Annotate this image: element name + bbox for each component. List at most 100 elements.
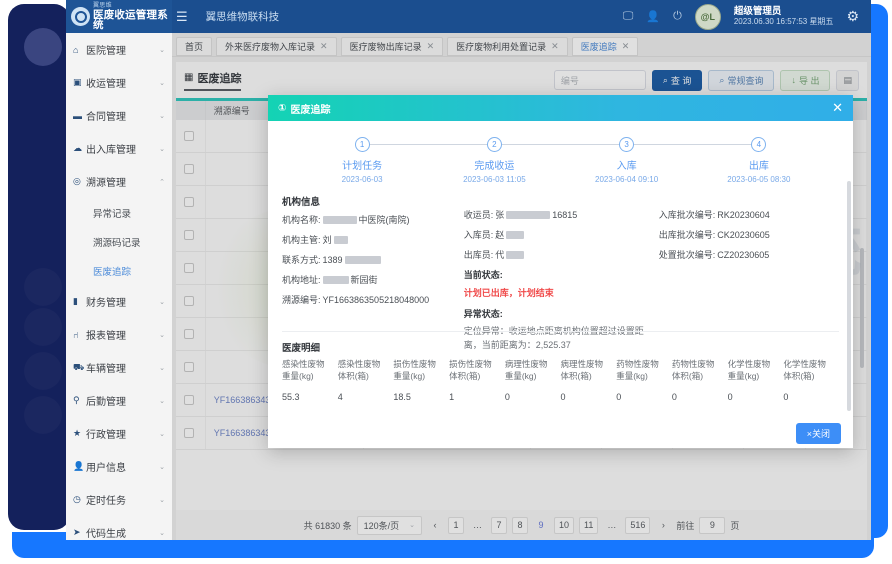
detail-value: 1 <box>449 392 505 402</box>
detail-value: 0 <box>561 392 617 402</box>
field-label: 入库批次编号: <box>659 208 716 221</box>
chevron-down-icon: ⌄ <box>159 463 165 471</box>
field-label: 出库批次编号: <box>659 228 716 241</box>
chevron-down-icon: ⌄ <box>159 46 165 54</box>
org-field-phone: 联系方式: 1389 <box>282 253 454 266</box>
step-date: 2023-06-05 08:30 <box>727 175 790 184</box>
org-column-mid: 收运员: 张 16815 入库员: 赵 出库员: <box>464 194 649 352</box>
organization-info-section: 机构信息 机构名称: 中医院(南院) 机构主管: 刘 <box>282 184 839 352</box>
field-label: 联系方式: <box>282 253 321 266</box>
step-plan-task: 1 计划任务 2023-06-03 <box>296 137 428 184</box>
sidebar-item-admin[interactable]: ★ 行政管理 ⌄ <box>66 417 172 450</box>
sidebar-item-finance[interactable]: ▮ 财务管理 ⌄ <box>66 285 172 318</box>
sidebar-item-code-gen[interactable]: ➤ 代码生成 ⌄ <box>66 516 172 540</box>
detail-col-line1: 病理性废物 <box>505 359 561 371</box>
detail-value: 0 <box>616 392 672 402</box>
field-value: 张 <box>495 208 504 221</box>
tool-icon: ⚲ <box>73 395 86 406</box>
user-icon[interactable]: 👤 <box>646 10 660 23</box>
detail-col-line1: 化学性废物 <box>728 359 784 371</box>
field-label: 机构主管: <box>282 233 321 246</box>
org-column-left: 机构信息 机构名称: 中医院(南院) 机构主管: 刘 <box>282 194 454 352</box>
staff-field-collector: 收运员: 张 16815 <box>464 208 649 221</box>
chevron-down-icon: ⌄ <box>159 298 165 306</box>
detail-header-row: 感染性废物重量(kg)感染性废物体积(箱)损伤性废物重量(kg)损伤性废物体积(… <box>282 359 839 383</box>
sidebar-item-warehouse[interactable]: ☁ 出入库管理 ⌄ <box>66 132 172 165</box>
sidebar-item-label: 车辆管理 <box>86 360 159 375</box>
power-icon[interactable]: ⏻ <box>673 10 682 23</box>
sidebar-subitem-exception[interactable]: 异常记录 <box>66 198 172 227</box>
chevron-up-icon: ⌃ <box>159 178 165 186</box>
org-column-right: 入库批次编号: RK20230604 出库批次编号: CK20230605 处置… <box>659 194 839 352</box>
sidebar-item-report[interactable]: ⑁ 报表管理 ⌄ <box>66 318 172 351</box>
field-label: 处置批次编号: <box>659 248 716 261</box>
detail-col-line1: 药物性废物 <box>672 359 728 371</box>
app-window: 翼思维 医废收运管理系统 ☰ 翼思维物联科技 🖵 👤 ⏻ @L 超级管理员 20… <box>66 0 871 540</box>
sidebar-item-scheduled-task[interactable]: ◷ 定时任务 ⌄ <box>66 483 172 516</box>
field-label: 机构地址: <box>282 273 321 286</box>
monitor-icon[interactable]: 🖵 <box>623 10 634 23</box>
sidebar-item-label: 收运管理 <box>86 75 159 90</box>
sidebar-item-collection[interactable]: ▣ 收运管理 ⌄ <box>66 66 172 99</box>
detail-value: 0 <box>672 392 728 402</box>
step-number: 2 <box>487 137 502 152</box>
detail-value: 0 <box>728 392 784 402</box>
sidebar-subitem-waste-tracking[interactable]: 医废追踪 <box>66 256 172 285</box>
star-icon: ★ <box>73 428 86 439</box>
modal-header: ① 医废追踪 ✕ <box>268 95 853 121</box>
modal-scrollbar[interactable] <box>847 181 851 411</box>
detail-value: 0 <box>505 392 561 402</box>
staff-field-outbound: 出库员: 代 <box>464 248 649 261</box>
sidebar-item-label: 出入库管理 <box>86 141 159 156</box>
sidebar-item-vehicle[interactable]: ⛟ 车辆管理 ⌄ <box>66 351 172 384</box>
menu-toggle-icon[interactable]: ☰ <box>176 9 188 25</box>
detail-column-header: 损伤性废物体积(箱) <box>449 359 505 383</box>
org-field-trace-code: 溯源编号: YF1663863505218048000 <box>282 293 454 306</box>
brand-sub: 翼思维 <box>93 3 172 9</box>
batch-field-disposal: 处置批次编号: CZ20230605 <box>659 248 839 261</box>
org-field-address: 机构地址: 新园街 <box>282 273 454 286</box>
detail-col-line2: 体积(箱) <box>338 371 394 383</box>
money-icon: ▮ <box>73 296 86 307</box>
step-label: 入库 <box>617 157 637 172</box>
chevron-down-icon: ⌄ <box>159 331 165 339</box>
chevron-down-icon: ⌄ <box>159 364 165 372</box>
chevron-down-icon: ⌄ <box>159 430 165 438</box>
detail-column-header: 病理性废物重量(kg) <box>505 359 561 383</box>
target-icon: ◎ <box>73 176 86 187</box>
section-title: 医废明细 <box>282 340 839 354</box>
sidebar-item-label: 行政管理 <box>86 426 159 441</box>
close-icon[interactable]: ✕ <box>832 100 843 116</box>
sidebar-item-traceability[interactable]: ◎ 溯源管理 ⌃ <box>66 165 172 198</box>
avatar[interactable]: @L <box>695 4 721 30</box>
step-date: 2023-06-04 09:10 <box>595 175 658 184</box>
sidebar-subitem-trace-code[interactable]: 溯源码记录 <box>66 227 172 256</box>
current-datetime: 2023.06.30 16:57:53 星期五 <box>734 17 834 27</box>
detail-column-header: 药物性废物体积(箱) <box>672 359 728 383</box>
field-label: 出库员: <box>464 248 494 261</box>
detail-col-line2: 体积(箱) <box>561 371 617 383</box>
sidebar-item-user-info[interactable]: 👤 用户信息 ⌄ <box>66 450 172 483</box>
redacted-block <box>334 236 348 244</box>
close-button[interactable]: ×关闭 <box>796 423 841 444</box>
redacted-block <box>323 216 357 224</box>
sidebar-item-logistics[interactable]: ⚲ 后勤管理 ⌄ <box>66 384 172 417</box>
detail-col-line1: 感染性废物 <box>338 359 394 371</box>
step-date: 2023-06-03 11:05 <box>463 175 526 184</box>
gear-icon[interactable]: ⚙ <box>846 8 859 25</box>
detail-value: 0 <box>783 392 839 402</box>
modal-title: 医废追踪 <box>290 101 330 116</box>
sidebar-item-contract[interactable]: ▬ 合同管理 ⌄ <box>66 99 172 132</box>
step-date: 2023-06-03 <box>342 175 383 184</box>
sidebar-item-label: 合同管理 <box>86 108 159 123</box>
sidebar-item-hospital[interactable]: ⌂ 医院管理 ⌄ <box>66 33 172 66</box>
brand-logo[interactable]: 翼思维 医废收运管理系统 <box>66 0 172 33</box>
sidebar-item-label: 用户信息 <box>86 459 159 474</box>
chevron-down-icon: ⌄ <box>159 529 165 537</box>
field-value: 新园街 <box>351 273 378 286</box>
detail-column-header: 感染性废物重量(kg) <box>282 359 338 383</box>
field-value: 刘 <box>323 233 332 246</box>
redacted-block <box>506 231 524 239</box>
screen-root: 翼思维 医废收运管理系统 ☰ 翼思维物联科技 🖵 👤 ⏻ @L 超级管理员 20… <box>0 0 892 564</box>
detail-col-line2: 体积(箱) <box>672 371 728 383</box>
